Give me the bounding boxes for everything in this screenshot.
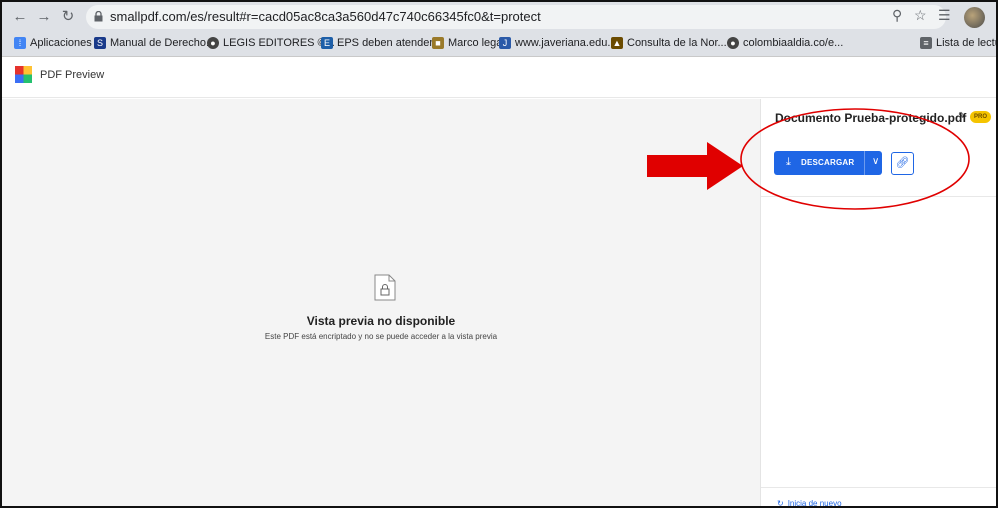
apps-grid-icon: ⁞: [14, 37, 26, 49]
bookmark-manual-derecho[interactable]: S Manual de Derecho...: [94, 37, 215, 49]
star-icon[interactable]: ☆: [914, 7, 927, 24]
restart-icon: ↻: [777, 499, 784, 508]
bookmark-label: EPS deben atender...: [337, 37, 442, 49]
bookmark-lista-lectura[interactable]: ≡ Lista de lectura: [920, 37, 996, 49]
s-logo-icon: S: [94, 37, 106, 49]
bookmark-colombiaaldia[interactable]: ● colombiaaldia.co/e...: [727, 37, 843, 49]
bookmark-label: colombiaaldia.co/e...: [743, 37, 844, 49]
browser-toolbar: ← → ↻ smallpdf.com/es/result#r=cacd05ac8…: [2, 2, 996, 33]
bookmark-label: Marco legal: [448, 37, 505, 49]
news-icon: E: [321, 37, 333, 49]
restart-link[interactable]: ↻ Inicia de nuevo: [777, 499, 842, 508]
app-title: PDF Preview: [40, 69, 105, 81]
shield-icon: ▲: [611, 37, 623, 49]
bookmark-javeriana[interactable]: J www.javeriana.edu...: [499, 37, 617, 49]
bookmark-marco-legal[interactable]: ■ Marco legal: [432, 37, 505, 49]
screenshot-frame: ← → ↻ smallpdf.com/es/result#r=cacd05ac8…: [0, 0, 998, 508]
back-arrow-icon[interactable]: ←: [10, 7, 30, 27]
reading-list-icon: ≡: [920, 37, 932, 49]
university-icon: J: [499, 37, 511, 49]
annotation-ellipse: [740, 108, 970, 210]
annotation-arrow: [647, 142, 743, 190]
globe-icon: ●: [727, 37, 739, 49]
url-text: smallpdf.com/es/result#r=cacd05ac8ca3a56…: [110, 9, 541, 24]
page-icon: ■: [432, 37, 444, 49]
lock-icon: [94, 11, 103, 22]
preview-title: Vista previa no disponible: [306, 314, 456, 328]
bookmark-consulta-norma[interactable]: ▲ Consulta de la Nor...: [611, 37, 727, 49]
pdf-preview-logo-icon: [15, 66, 32, 83]
forward-arrow-icon[interactable]: →: [34, 7, 54, 27]
reload-icon[interactable]: ↻: [58, 7, 78, 27]
bookmark-label: Lista de lectura: [936, 37, 996, 49]
restart-label: Inicia de nuevo: [787, 499, 842, 508]
bookmark-label: Consulta de la Nor...: [627, 37, 727, 49]
app-header: PDF Preview: [2, 58, 996, 98]
bookmark-label: LEGIS EDITORES ©...: [223, 37, 335, 49]
bookmark-label: Manual de Derecho...: [110, 37, 216, 49]
bookmark-label: Aplicaciones: [30, 37, 92, 49]
bookmark-label: www.javeriana.edu...: [515, 37, 617, 49]
extensions-icon[interactable]: ☰: [938, 7, 951, 24]
preview-subtitle: Este PDF está encriptado y no se puede a…: [264, 332, 498, 341]
locked-document-icon: [374, 274, 396, 301]
address-bar[interactable]: smallpdf.com/es/result#r=cacd05ac8ca3a56…: [86, 5, 946, 29]
bookmark-eps[interactable]: E EPS deben atender...: [321, 37, 442, 49]
globe-icon: ●: [207, 37, 219, 49]
profile-avatar[interactable]: [964, 7, 985, 28]
bookmark-aplicaciones[interactable]: ⁞ Aplicaciones: [14, 37, 92, 49]
zoom-icon[interactable]: ⚲: [892, 7, 902, 24]
divider: [761, 487, 996, 488]
bookmark-legis[interactable]: ● LEGIS EDITORES ©...: [207, 37, 335, 49]
bookmarks-bar: ⁞ Aplicaciones S Manual de Derecho... ● …: [2, 33, 996, 57]
